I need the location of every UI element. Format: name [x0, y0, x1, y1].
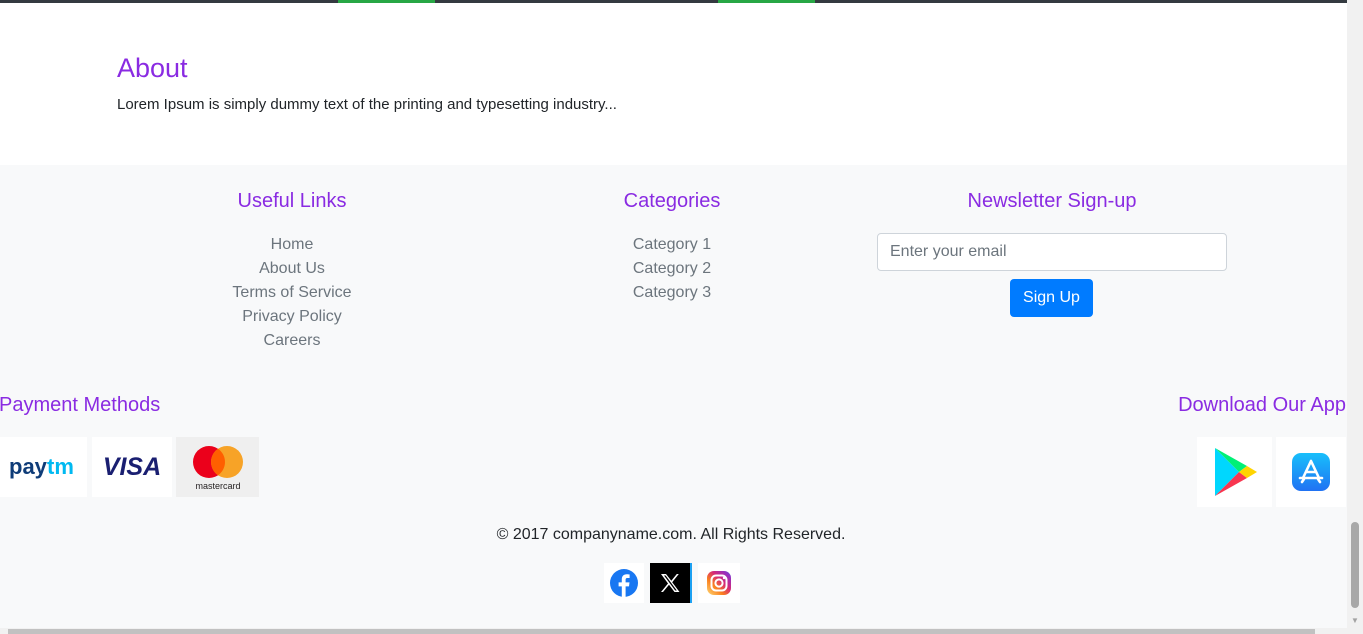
horizontal-scrollbar[interactable]: [0, 628, 1347, 634]
sign-up-button[interactable]: Sign Up: [1010, 279, 1093, 317]
footer-link-home[interactable]: Home: [192, 233, 392, 257]
paytm-wordmark-tm: tm: [47, 454, 74, 479]
categories-list: Category 1 Category 2 Category 3: [572, 233, 772, 305]
mastercard-logo: mastercard: [176, 437, 259, 497]
download-app-title: Download Our App: [1178, 394, 1346, 416]
paytm-wordmark-pay: pay: [9, 454, 48, 479]
app-store-icon[interactable]: [1276, 437, 1346, 507]
category-link-2[interactable]: Category 2: [572, 257, 772, 281]
google-play-icon[interactable]: [1197, 437, 1272, 507]
horizontal-scrollbar-thumb[interactable]: [8, 629, 1315, 634]
about-section: About Lorem Ipsum is simply dummy text o…: [0, 3, 1347, 165]
footer-link-privacy[interactable]: Privacy Policy: [192, 305, 392, 329]
categories-title: Categories: [623, 190, 721, 212]
page: About Lorem Ipsum is simply dummy text o…: [0, 0, 1363, 634]
mastercard-wordmark: mastercard: [195, 481, 240, 491]
email-field[interactable]: [877, 233, 1227, 271]
footer: Useful Links Home About Us Terms of Serv…: [0, 165, 1347, 628]
visa-wordmark: VISA: [103, 454, 161, 480]
category-link-3[interactable]: Category 3: [572, 281, 772, 305]
x-twitter-icon[interactable]: [650, 563, 692, 603]
payment-methods-title: Payment Methods: [0, 394, 161, 416]
newsletter-title: Newsletter Sign-up: [967, 190, 1137, 212]
scroll-down-arrow-icon[interactable]: ▼: [1351, 616, 1359, 625]
visa-logo: VISA: [92, 437, 172, 497]
paytm-logo: pay tm: [0, 437, 87, 497]
vertical-scrollbar-thumb[interactable]: [1351, 522, 1359, 608]
copyright-text: © 2017 companyname.com. All Rights Reser…: [496, 526, 846, 543]
useful-links-title: Useful Links: [237, 190, 347, 212]
footer-link-about-us[interactable]: About Us: [192, 257, 392, 281]
about-title: About: [117, 53, 188, 83]
category-link-1[interactable]: Category 1: [572, 233, 772, 257]
facebook-icon[interactable]: [604, 563, 644, 603]
footer-link-terms[interactable]: Terms of Service: [192, 281, 392, 305]
useful-links-list: Home About Us Terms of Service Privacy P…: [192, 233, 392, 353]
vertical-scrollbar[interactable]: ▼: [1347, 0, 1363, 634]
about-text: Lorem Ipsum is simply dummy text of the …: [117, 96, 617, 113]
instagram-icon[interactable]: [698, 563, 740, 603]
footer-link-careers[interactable]: Careers: [192, 329, 392, 353]
